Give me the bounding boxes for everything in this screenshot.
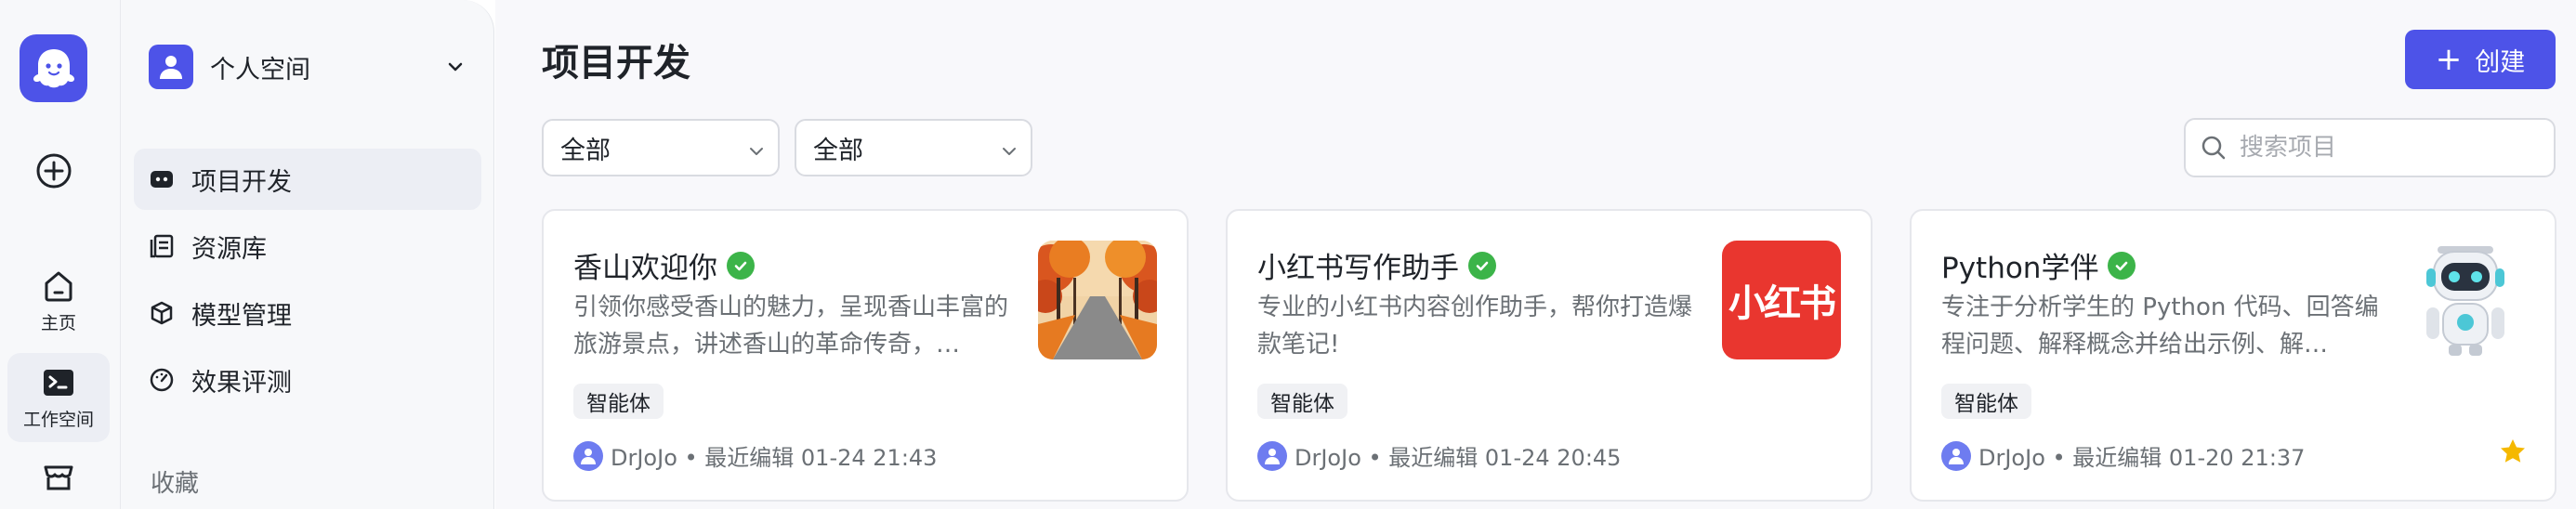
store-icon bbox=[44, 465, 73, 490]
user-icon bbox=[160, 56, 182, 79]
home-icon bbox=[45, 271, 72, 301]
status-filter-select[interactable]: 全部 bbox=[795, 119, 1032, 176]
project-meta: DrJoJo • 最近编辑 01-20 21:37 bbox=[1978, 445, 2306, 471]
search-icon bbox=[2201, 136, 2226, 160]
project-type-tag: 智能体 bbox=[1257, 384, 1347, 419]
rail-item-label: 主页 bbox=[40, 312, 76, 333]
workspace-sidebar: 个人空间 项目开发 资源库 模型管理 效果评测 收藏 bbox=[121, 0, 494, 509]
project-name: 香山欢迎你 bbox=[573, 252, 717, 285]
autumn-path-image bbox=[1038, 241, 1157, 359]
author-avatar bbox=[1941, 440, 1971, 471]
xiaohongshu-logo-text: 小红书 bbox=[1728, 282, 1836, 325]
nav-label: 项目开发 bbox=[191, 167, 292, 197]
project-card[interactable]: Python学伴 专注于分析学生的 Python 代码、回答编程问题、解释概念并… bbox=[1910, 209, 2556, 502]
left-rail: 主页 工作空间 bbox=[0, 0, 121, 509]
gauge-icon bbox=[150, 368, 174, 392]
project-meta: DrJoJo • 最近编辑 01-24 20:45 bbox=[1295, 445, 1622, 471]
chevron-down-icon bbox=[1003, 148, 1016, 155]
type-filter-value: 全部 bbox=[560, 136, 611, 165]
main-content: 项目开发 + 创建 全部 全部 香山欢迎你 引领你感受香山的魅力，呈现香山丰富的… bbox=[495, 0, 2576, 509]
rail-item-home[interactable]: 主页 bbox=[7, 256, 110, 346]
ghost-logo-icon bbox=[33, 48, 74, 87]
nav-item-models[interactable]: 模型管理 bbox=[134, 282, 481, 344]
library-icon bbox=[150, 234, 174, 258]
nav-label: 资源库 bbox=[191, 234, 267, 264]
add-circle-icon[interactable] bbox=[34, 151, 73, 190]
space-name: 个人空间 bbox=[210, 55, 310, 85]
favorites-section-title: 收藏 bbox=[151, 470, 200, 498]
project-type-tag: 智能体 bbox=[1941, 384, 2031, 419]
xiaohongshu-logo: 小红书 bbox=[1722, 241, 1841, 359]
project-name: 小红书写作助手 bbox=[1257, 252, 1459, 285]
project-type-tag: 智能体 bbox=[573, 384, 664, 419]
project-description: 专注于分析学生的 Python 代码、回答编程问题、解释概念并给出示例、解… bbox=[1941, 294, 2379, 359]
create-button[interactable]: + 创建 bbox=[2405, 30, 2556, 89]
star-icon[interactable] bbox=[2499, 437, 2527, 465]
chevron-down-icon bbox=[750, 148, 763, 155]
plus-icon: + bbox=[2435, 41, 2463, 78]
verified-check-icon bbox=[2108, 251, 2136, 280]
project-description: 专业的小红书内容创作助手，帮你打造爆款笔记! bbox=[1257, 294, 1693, 359]
type-filter-select[interactable]: 全部 bbox=[542, 119, 780, 176]
nav-item-evaluation[interactable]: 效果评测 bbox=[134, 349, 481, 411]
author-avatar bbox=[1257, 440, 1287, 471]
project-name: Python学伴 bbox=[1941, 252, 2099, 285]
rail-item-workspace[interactable]: 工作空间 bbox=[7, 353, 110, 442]
nav-label: 模型管理 bbox=[191, 301, 292, 331]
terminal-icon bbox=[44, 369, 73, 396]
chevron-down-icon bbox=[448, 62, 463, 72]
nav-item-projects[interactable]: 项目开发 bbox=[134, 149, 481, 210]
page-title: 项目开发 bbox=[542, 42, 690, 85]
author-avatar bbox=[573, 440, 603, 471]
nav-item-library[interactable]: 资源库 bbox=[134, 215, 481, 277]
cube-icon bbox=[151, 301, 173, 325]
project-description: 引领你感受香山的魅力，呈现香山丰富的旅游景点，讲述香山的革命传奇，… bbox=[573, 294, 1009, 359]
verified-check-icon bbox=[1468, 251, 1496, 280]
bot-icon bbox=[151, 171, 173, 188]
search-box[interactable] bbox=[2184, 118, 2556, 177]
rail-item-label: 工作空间 bbox=[22, 409, 94, 430]
search-input[interactable] bbox=[2240, 134, 2537, 162]
app-logo[interactable] bbox=[20, 34, 87, 102]
space-selector[interactable]: 个人空间 bbox=[149, 43, 472, 91]
create-button-label: 创建 bbox=[2475, 47, 2526, 77]
project-meta: DrJoJo • 最近编辑 01-24 21:43 bbox=[611, 445, 938, 471]
robot-image bbox=[2406, 241, 2525, 359]
rail-item-store[interactable] bbox=[7, 450, 110, 509]
project-card[interactable]: 香山欢迎你 引领你感受香山的魅力，呈现香山丰富的旅游景点，讲述香山的革命传奇，…… bbox=[542, 209, 1189, 502]
verified-check-icon bbox=[727, 251, 755, 280]
status-filter-value: 全部 bbox=[813, 136, 863, 165]
space-avatar bbox=[149, 45, 193, 89]
project-card[interactable]: 小红书写作助手 专业的小红书内容创作助手，帮你打造爆款笔记! 智能体 DrJoJ… bbox=[1226, 209, 1873, 502]
nav-label: 效果评测 bbox=[191, 368, 292, 398]
